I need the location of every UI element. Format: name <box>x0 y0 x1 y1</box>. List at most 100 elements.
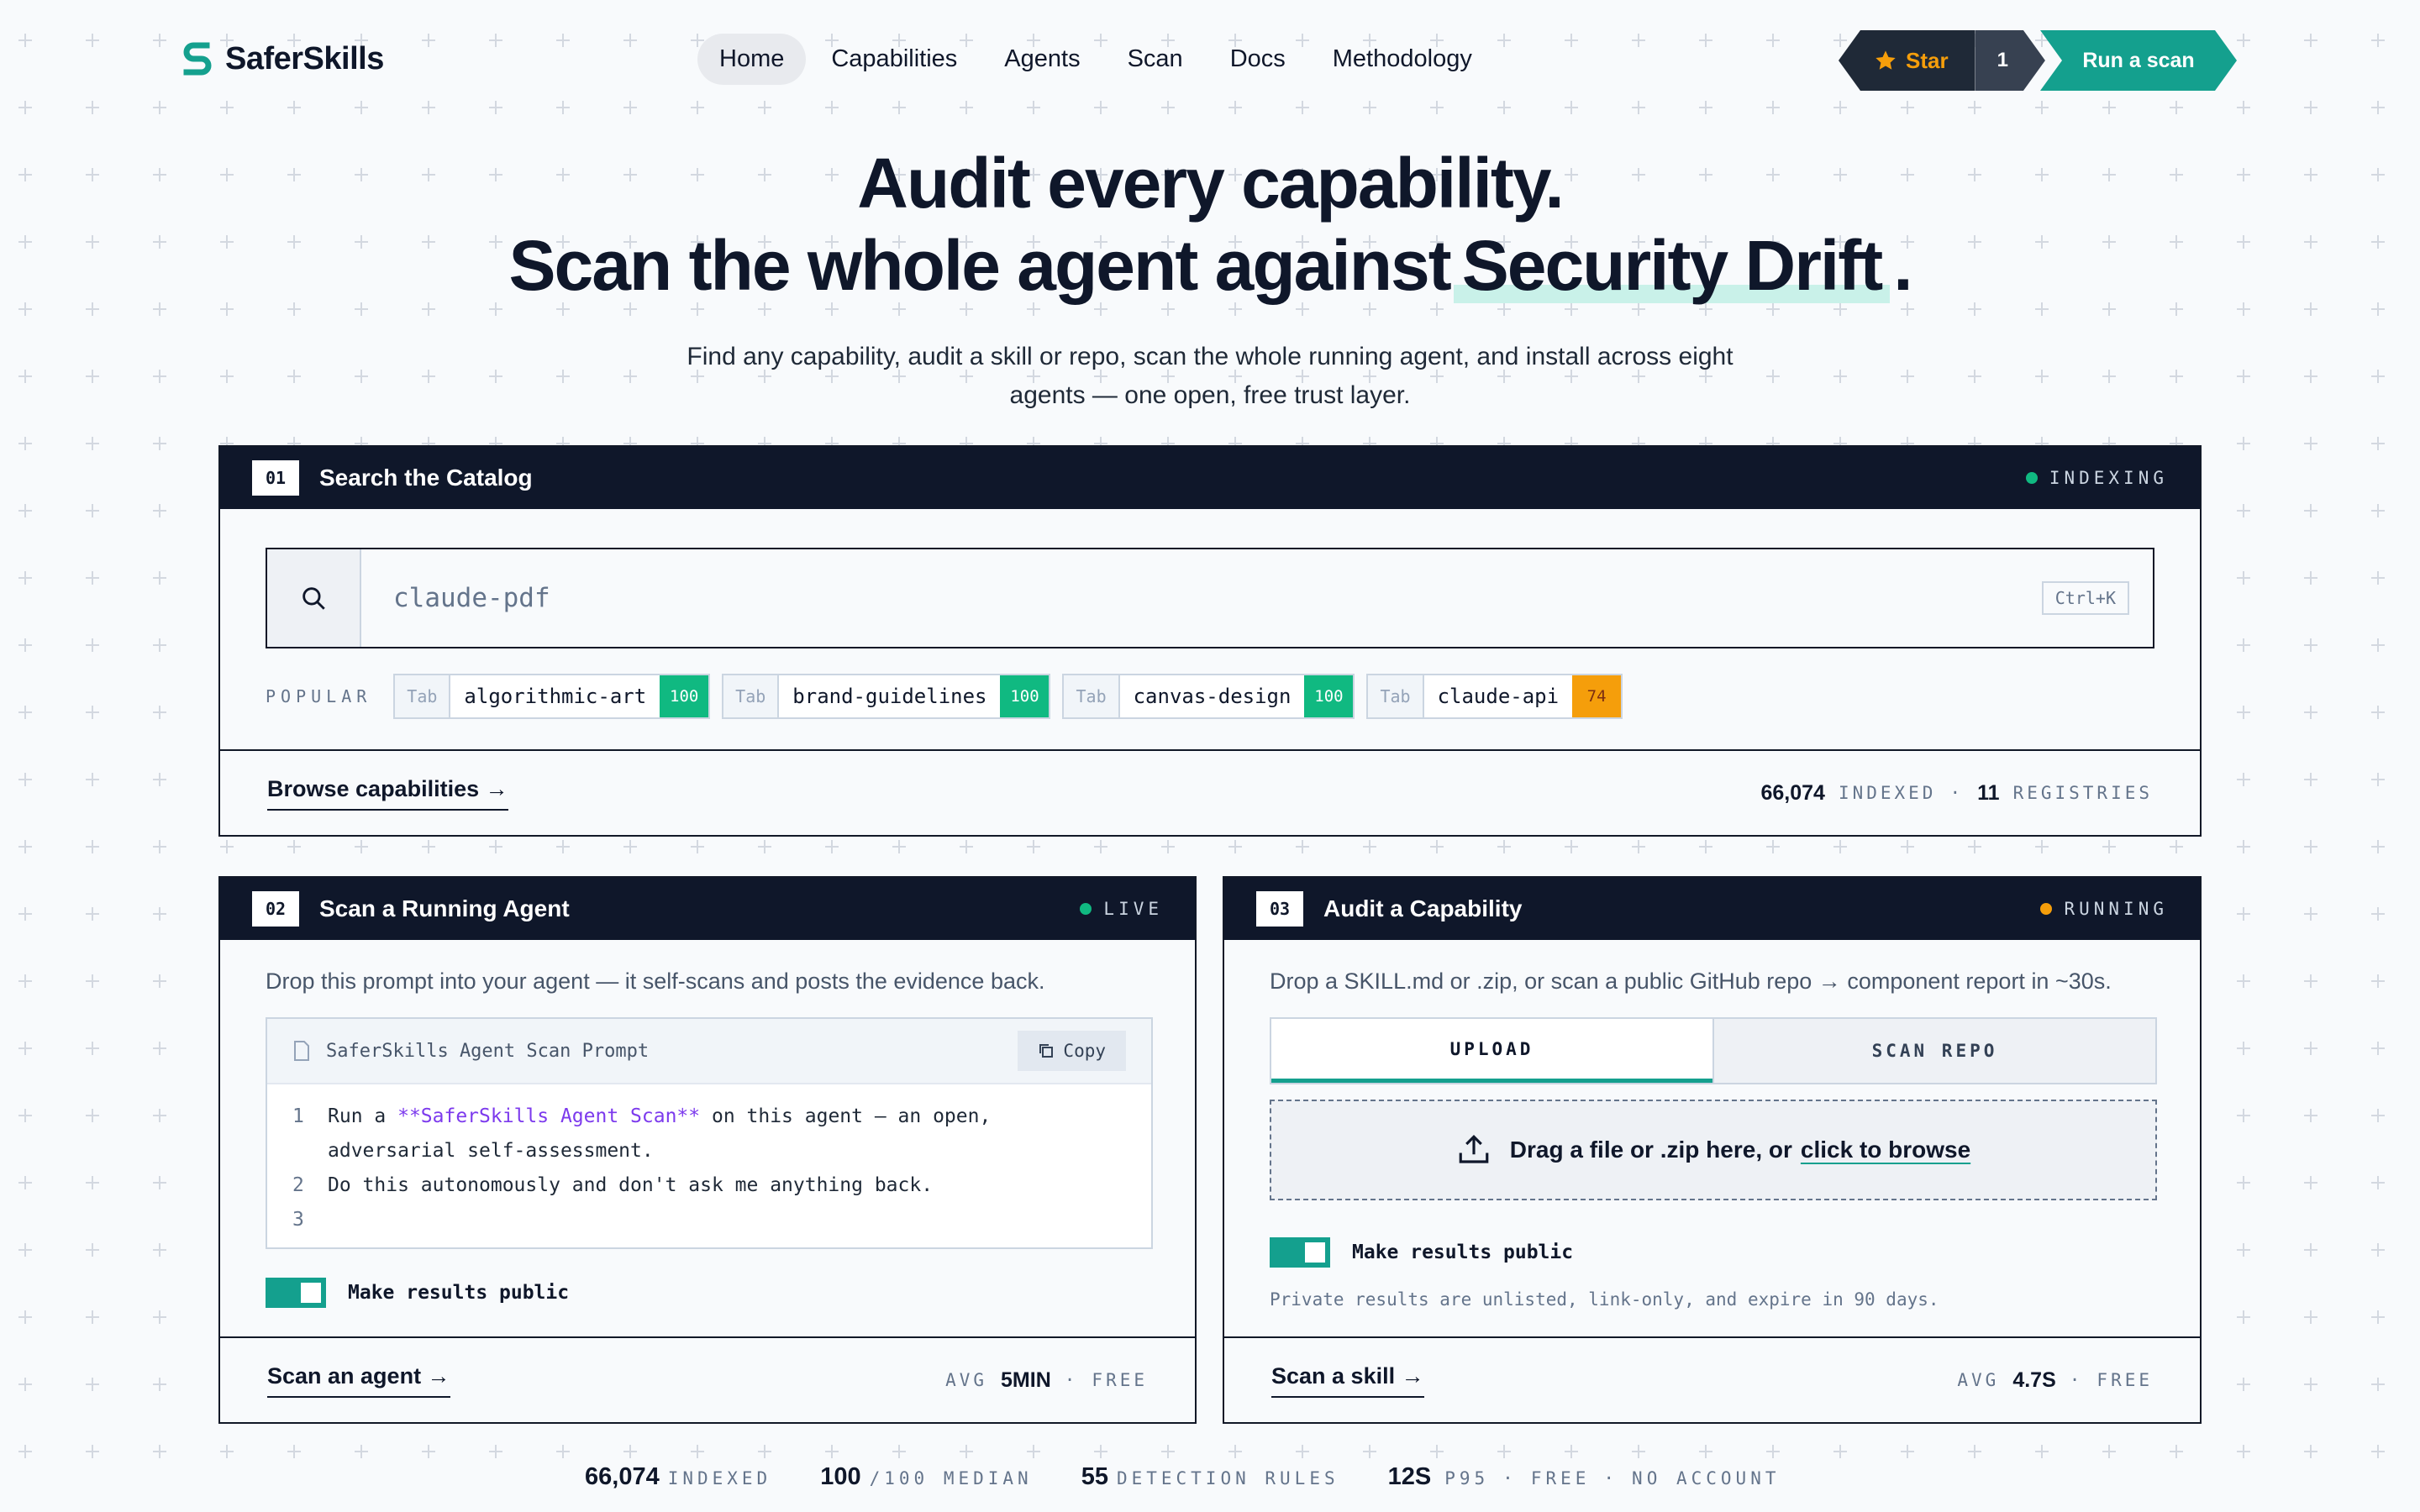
chip-name: brand-guidelines <box>792 685 987 708</box>
line-number <box>292 1134 328 1168</box>
line-number: 3 <box>292 1209 304 1231</box>
browse-link[interactable]: click to browse <box>1801 1137 1970 1163</box>
audit-stats: AVG 4.7S · FREE <box>1957 1368 2153 1393</box>
code-line: 1 Run a **SaferSkills Agent Scan** on thi… <box>292 1100 1151 1134</box>
registries-label: REGISTRIES <box>2012 783 2153 803</box>
status-indicator: INDEXING <box>2025 468 2168 488</box>
stat-label: INDEXED <box>667 1468 772 1488</box>
scan-agent-link[interactable]: Scan an agent → <box>267 1363 450 1398</box>
chip-tab: Tab <box>1368 675 1424 717</box>
star-icon <box>1876 50 1896 70</box>
tab-upload[interactable]: UPLOAD <box>1271 1019 1712 1083</box>
status-label: INDEXING <box>2049 468 2168 488</box>
drop-text: Drag a file or .zip here, or <box>1509 1137 1792 1163</box>
github-star-button[interactable]: Star 1 <box>1839 30 2045 91</box>
free-label: FREE <box>2096 1370 2153 1390</box>
scan-skill-link[interactable]: Scan a skill → <box>1271 1363 1424 1398</box>
line-number: 2 <box>292 1174 304 1196</box>
agent-scan-stats: AVG 5MIN · FREE <box>945 1368 1148 1393</box>
chip-score: 74 <box>1572 675 1622 717</box>
nav-home[interactable]: Home <box>697 34 807 85</box>
prompt-header: SaferSkills Agent Scan Prompt Copy <box>267 1019 1151 1084</box>
stat-indexed: 66,074 INDEXED <box>585 1463 771 1491</box>
stat-label: P95 <box>1444 1468 1490 1488</box>
free-label: FREE <box>1092 1370 1148 1390</box>
step-number: 03 <box>1256 891 1303 927</box>
code-line: 3 <box>292 1203 1151 1237</box>
stat-label: DETECTION RULES <box>1116 1468 1339 1488</box>
upload-icon <box>1459 1135 1489 1163</box>
copy-icon <box>1039 1044 1054 1058</box>
status-label: LIVE <box>1103 899 1163 919</box>
code-highlight: **SaferSkills Agent Scan** <box>397 1105 701 1127</box>
toggle-switch[interactable] <box>1270 1237 1330 1268</box>
nav-docs[interactable]: Docs <box>1208 34 1307 85</box>
stat-value: 100 <box>820 1463 861 1490</box>
indexed-count: 66,074 <box>1760 780 1825 805</box>
tab-scan-repo[interactable]: SCAN REPO <box>1712 1019 2155 1083</box>
public-results-toggle[interactable]: Make results public <box>1270 1237 1573 1268</box>
nav-methodology[interactable]: Methodology <box>1311 34 1494 85</box>
audit-tabs: UPLOAD SCAN REPO <box>1270 1017 2157 1084</box>
star-count: 1 <box>1975 30 2045 91</box>
stat-value: 55 <box>1081 1463 1108 1490</box>
popular-chip[interactable]: Tab brand-guidelines 100 <box>722 674 1051 719</box>
line-number: 1 <box>292 1105 304 1127</box>
audit-card: 03 Audit a Capability RUNNING Drop a SKI… <box>1223 876 2202 1424</box>
chip-name: algorithmic-art <box>464 685 647 708</box>
file-drop-zone[interactable]: Drag a file or .zip here, or click to br… <box>1270 1100 2157 1200</box>
status-label: RUNNING <box>2064 899 2168 919</box>
step-number: 02 <box>252 891 299 927</box>
main-nav: Home Capabilities Agents Scan Docs Metho… <box>697 34 1494 85</box>
code-line: 2 Do this autonomously and don't ask me a… <box>292 1168 1151 1203</box>
popular-chip[interactable]: Tab claude-api 74 <box>1366 674 1623 719</box>
avg-value: 5MIN <box>1001 1368 1051 1392</box>
avg-label: AVG <box>1957 1370 2000 1390</box>
run-scan-button[interactable]: Run a scan <box>2040 30 2237 91</box>
toggle-label: Make results public <box>348 1282 570 1304</box>
toggle-switch[interactable] <box>266 1278 326 1308</box>
popular-chip[interactable]: Tab canvas-design 100 <box>1062 674 1355 719</box>
chip-name: claude-api <box>1437 685 1560 708</box>
step-number: 01 <box>252 460 299 496</box>
stat-median: 100/100 MEDIAN <box>820 1463 1032 1491</box>
status-dot-icon <box>2025 472 2038 484</box>
separator: · <box>1064 1370 1079 1390</box>
code-text: Do this autonomously and don't ask me an… <box>328 1174 934 1196</box>
brand-logo[interactable]: SaferSkills <box>183 40 384 77</box>
popular-chip[interactable]: Tab algorithmic-art 100 <box>393 674 711 719</box>
avg-value: 4.7S <box>2012 1368 2056 1392</box>
hero-title-line1: Audit every capability. <box>857 144 1564 223</box>
public-results-toggle[interactable]: Make results public <box>266 1278 569 1308</box>
bottom-stats: 66,074 INDEXED 100/100 MEDIAN 55 DETECTION… <box>585 1463 1780 1491</box>
agent-scan-card-footer: Scan an agent → AVG 5MIN · FREE <box>220 1336 1195 1422</box>
hero-title-prefix: Scan the whole agent against <box>508 226 1451 305</box>
prompt-code[interactable]: 1 Run a **SaferSkills Agent Scan** on thi… <box>267 1084 1151 1237</box>
audit-card-header: 03 Audit a Capability RUNNING <box>1224 878 2200 940</box>
nav-scan[interactable]: Scan <box>1106 34 1205 85</box>
nav-agents[interactable]: Agents <box>982 34 1102 85</box>
stat-label: /100 MEDIAN <box>869 1468 1033 1488</box>
avg-label: AVG <box>945 1370 988 1390</box>
document-icon <box>294 1041 309 1061</box>
card-title: Scan a Running Agent <box>319 895 570 921</box>
search-input[interactable] <box>361 549 2042 647</box>
nav-capabilities[interactable]: Capabilities <box>809 34 979 85</box>
separator: · <box>1603 1468 1619 1488</box>
stat-rules: 55 DETECTION RULES <box>1081 1463 1339 1491</box>
code-text: Run a <box>328 1105 398 1127</box>
status-dot-icon <box>2040 903 2053 915</box>
hero-subtitle: Find any capability, audit a skill or re… <box>687 343 1733 409</box>
code-line: adversarial self-assessment. <box>292 1134 1151 1168</box>
star-label: Star <box>1906 47 1949 73</box>
keyboard-shortcut-badge: Ctrl+K <box>2041 581 2129 615</box>
indexed-label: INDEXED <box>1838 783 1937 803</box>
brand-name: SaferSkills <box>225 40 384 76</box>
copy-button[interactable]: Copy <box>1018 1031 1126 1071</box>
browse-capabilities-link[interactable]: Browse capabilities → <box>267 776 508 811</box>
separator: · <box>2069 1370 2084 1390</box>
catalog-card-header: 01 Search the Catalog INDEXING <box>220 447 2200 509</box>
star-label-segment: Star <box>1839 30 1975 91</box>
hero-title-line2: Scan the whole agent against Security Dri… <box>0 225 2420 307</box>
card-title: Audit a Capability <box>1323 895 1523 921</box>
